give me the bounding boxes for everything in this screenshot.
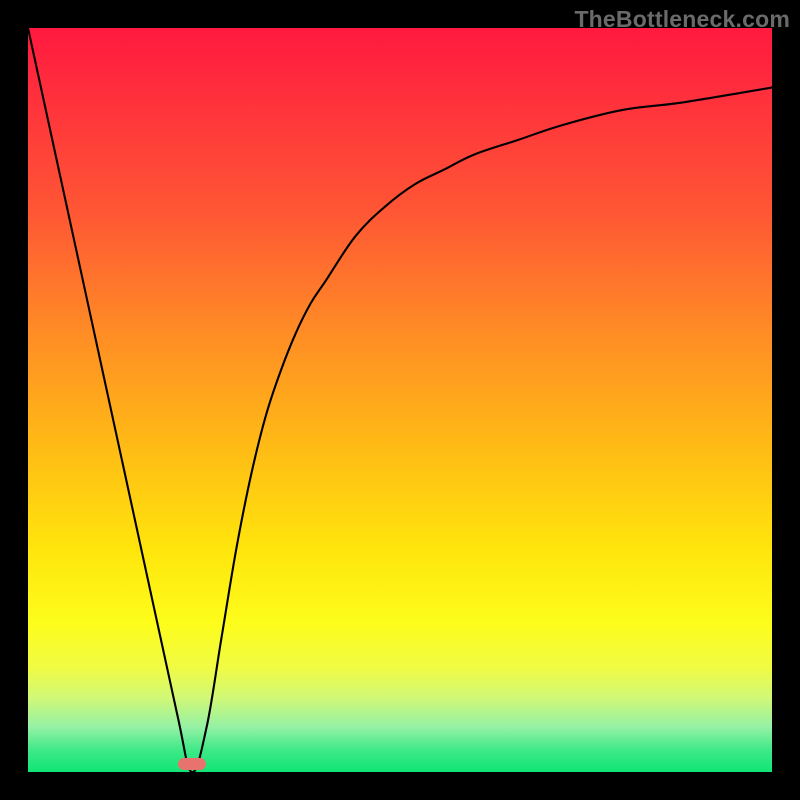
watermark-text: TheBottleneck.com <box>574 6 790 33</box>
plot-area <box>28 28 772 772</box>
bottleneck-curve <box>28 28 772 772</box>
optimum-marker <box>178 758 206 770</box>
chart-frame: TheBottleneck.com <box>0 0 800 800</box>
